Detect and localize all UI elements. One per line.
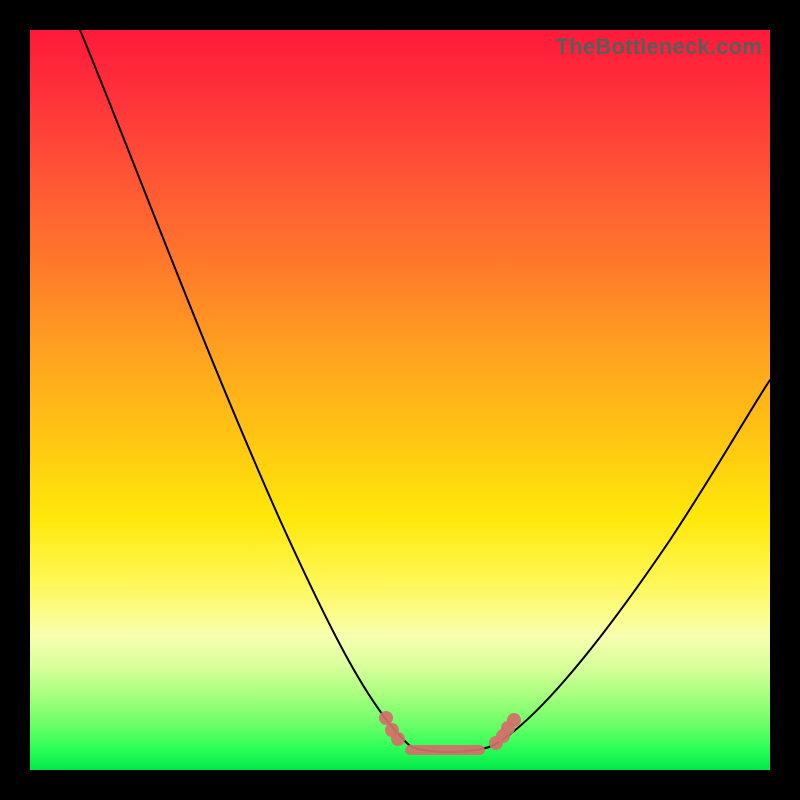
bottleneck-curve-path — [80, 30, 770, 752]
marker-dot — [379, 711, 393, 725]
chart-frame: TheBottleneck.com — [0, 0, 800, 800]
marker-dot — [507, 713, 521, 727]
marker-dot — [391, 732, 405, 746]
plot-area: TheBottleneck.com — [30, 30, 770, 770]
bottleneck-curve-svg — [30, 30, 770, 770]
